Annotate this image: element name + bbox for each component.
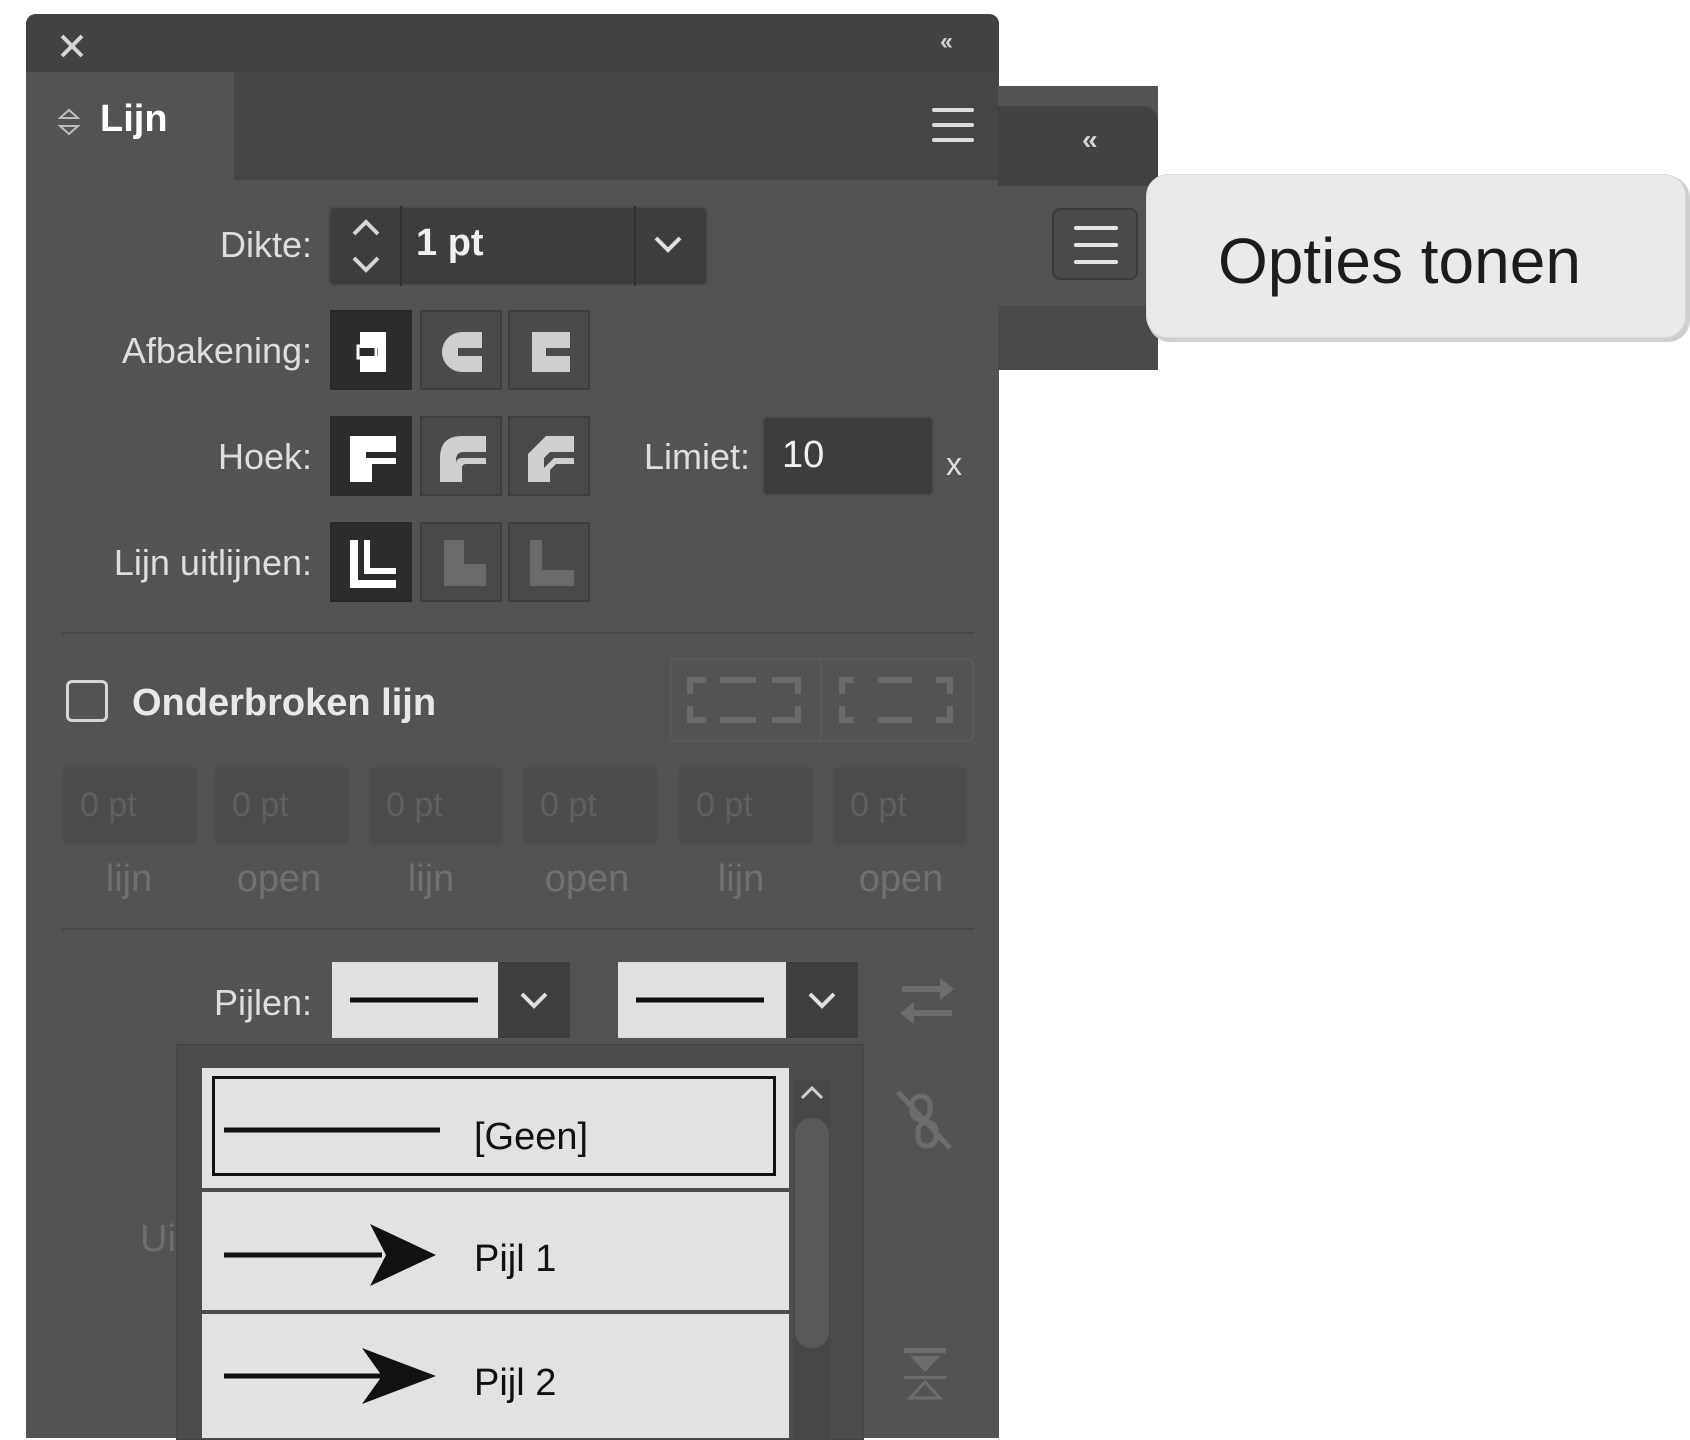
dash-field-label: lijn [717, 858, 765, 900]
weight-separator [400, 206, 402, 286]
round-join-button[interactable] [420, 416, 502, 496]
gap-field-label: open [858, 858, 944, 900]
projecting-cap-button[interactable] [508, 310, 590, 390]
unlink-icon[interactable] [892, 1086, 956, 1154]
panel-menu-icon[interactable] [1052, 208, 1138, 280]
align-inside-icon [444, 540, 486, 586]
panel-title-bar [26, 14, 999, 72]
arrowhead-option-label: Pijl 1 [474, 1238, 557, 1280]
miter-limit-label: Limiet: [643, 436, 750, 477]
arrow-2-icon [224, 1348, 436, 1404]
weight-label: Dikte: [219, 224, 312, 265]
panel-menu-icon[interactable] [932, 108, 974, 142]
dash-mode-separator [820, 658, 822, 742]
dash-corners-icon[interactable] [838, 674, 958, 726]
projecting-cap-icon [532, 332, 570, 372]
chevron-down-icon [808, 992, 836, 1009]
close-icon[interactable] [56, 30, 88, 62]
arrowhead-option-label: [Geen] [474, 1116, 589, 1158]
weight-separator [634, 206, 636, 286]
section-divider [62, 632, 974, 634]
collapsed-panel-bottom [998, 306, 1158, 370]
dashed-line-label: Onderbroken lijn [132, 682, 437, 724]
gap-field[interactable]: 0 pt [214, 766, 350, 846]
collapsed-panel-header [998, 106, 1158, 186]
gap-field[interactable]: 0 pt [522, 766, 658, 846]
gap-field-label: open [544, 858, 630, 900]
bevel-join-button[interactable] [508, 416, 590, 496]
align-stroke-label: Lijn uitlijnen: [113, 542, 312, 583]
miter-join-button[interactable] [330, 416, 412, 496]
join-label: Hoek: [217, 436, 312, 477]
butt-cap-icon [356, 332, 386, 372]
align-center-button[interactable] [330, 522, 412, 602]
round-cap-button[interactable] [420, 310, 502, 390]
arrow-1-icon [224, 1224, 436, 1286]
chevron-down-icon[interactable] [648, 230, 688, 260]
start-arrow-select[interactable] [332, 962, 498, 1038]
dashed-line-checkbox[interactable] [66, 680, 108, 722]
scroll-up-icon[interactable] [796, 1080, 828, 1104]
dash-exact-icon[interactable] [686, 674, 806, 726]
weight-value[interactable]: 1 pt [416, 222, 484, 265]
gap-field[interactable]: 0 pt [832, 766, 968, 846]
line-preview-icon [350, 997, 478, 1003]
miter-limit-value[interactable]: 10 [782, 434, 824, 477]
butt-cap-button[interactable] [330, 310, 412, 390]
cap-label: Afbakening: [121, 330, 312, 371]
gap-field-label: open [236, 858, 322, 900]
chevron-down-icon [520, 992, 548, 1009]
align-outside-icon [530, 540, 574, 586]
start-arrow-dropdown[interactable] [498, 962, 570, 1038]
collapse-icon[interactable]: ‹‹ [940, 28, 953, 56]
tab-expand-icon[interactable] [58, 106, 80, 138]
hidden-label-fragment: Ui [140, 1218, 176, 1260]
tooltip-text: Opties tonen [1218, 225, 1581, 297]
align-inside-button[interactable] [420, 522, 502, 602]
dash-field-label: lijn [407, 858, 455, 900]
scroll-thumb[interactable] [795, 1118, 829, 1348]
swap-arrows-icon[interactable] [898, 976, 956, 1028]
line-preview-icon [636, 997, 764, 1003]
end-arrow-dropdown[interactable] [786, 962, 858, 1038]
bevel-join-icon [528, 436, 574, 482]
scale-icon[interactable] [898, 1346, 952, 1406]
round-join-icon [440, 436, 486, 482]
tab-label: Lijn [100, 98, 168, 140]
dash-field[interactable]: 0 pt [368, 766, 504, 846]
dash-field[interactable]: 0 pt [62, 766, 198, 846]
collapse-icon[interactable]: ‹‹ [1082, 124, 1098, 156]
arrowhead-option-label: Pijl 2 [474, 1362, 557, 1404]
dash-field[interactable]: 0 pt [678, 766, 814, 846]
align-outside-button[interactable] [508, 522, 590, 602]
no-arrow-line-icon [224, 1127, 440, 1133]
arrows-label: Pijlen: [213, 982, 312, 1023]
stepper-icon[interactable] [346, 214, 386, 278]
dash-field-label: lijn [105, 858, 153, 900]
align-center-icon [350, 540, 396, 588]
miter-join-icon [350, 436, 396, 482]
round-cap-icon [442, 332, 482, 372]
section-divider [62, 928, 974, 930]
end-arrow-select[interactable] [618, 962, 786, 1038]
miter-limit-unit: x [946, 446, 962, 482]
